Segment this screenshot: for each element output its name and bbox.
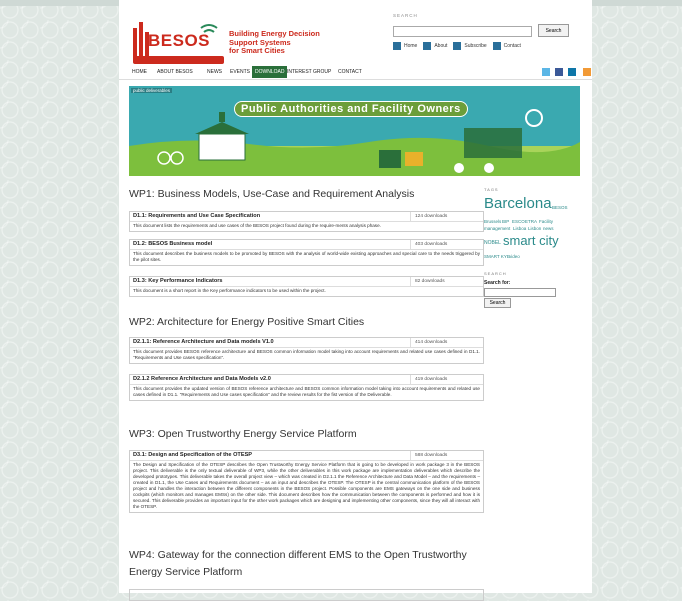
- download-count: 588 downloads: [410, 451, 447, 460]
- tag-link[interactable]: Lisboa: [513, 226, 526, 231]
- wp1-heading: WP1: Business Models, Use-Case and Requi…: [129, 188, 415, 200]
- about-link[interactable]: About: [423, 42, 447, 50]
- tag-link[interactable]: video: [509, 254, 520, 259]
- tag-link[interactable]: ETRA: [525, 219, 537, 224]
- tag-link[interactable]: BESOS: [552, 205, 568, 210]
- home-icon: [393, 42, 401, 50]
- nav-about[interactable]: ABOUT BESOS: [157, 69, 193, 75]
- subscribe-link-label: Subscribe: [464, 43, 487, 49]
- doc-description: This document describes the business mod…: [133, 251, 480, 262]
- tag-link[interactable]: Brussels: [484, 219, 501, 224]
- tags-heading: TAGS: [484, 187, 499, 192]
- tag-link[interactable]: SMART KYE: [484, 254, 510, 259]
- tag-link[interactable]: ESCO: [512, 219, 525, 224]
- download-count: 82 downloads: [410, 277, 445, 286]
- document-entry: D2.1.2 Reference Architecture and Data M…: [129, 374, 484, 401]
- main-nav: HOME ABOUT BESOS NEWS EVENTS DOWNLOAD IN…: [119, 66, 592, 80]
- subscribe-link[interactable]: Subscribe: [453, 42, 487, 50]
- banner-title: Public Authorities and Facility Owners: [234, 101, 468, 117]
- info-icon: [423, 42, 432, 50]
- document-entry: D2.1.1: Reference Architecture and Data …: [129, 337, 484, 364]
- tag-link[interactable]: Facility: [539, 219, 553, 224]
- wp4-heading-line: Energy Service Platform: [129, 566, 243, 578]
- home-link-label: Home: [404, 43, 418, 49]
- document-entry-partial: [129, 589, 484, 601]
- header-search-label: SEARCH: [393, 13, 418, 18]
- banner-illustration: [129, 86, 580, 176]
- top-links: Home About Subscribe Contact: [393, 42, 521, 50]
- doc-title[interactable]: D3.1: Design and Specification of the OT…: [133, 452, 252, 458]
- nav-events[interactable]: EVENTS: [230, 69, 250, 75]
- doc-description: The Design and Specification of the OTES…: [133, 462, 480, 509]
- wp4-heading: WP4: Gateway for the connection differen…: [129, 547, 467, 581]
- sidebar-search-input[interactable]: [484, 288, 556, 297]
- page-banner: public deliverables Public Authorities a…: [129, 86, 580, 176]
- doc-title[interactable]: D2.1.2 Reference Architecture and Data M…: [133, 376, 271, 382]
- sidebar-search-heading: SEARCH: [484, 271, 507, 276]
- rss-icon[interactable]: [583, 68, 591, 76]
- sidebar-search-button[interactable]: Search: [484, 298, 511, 308]
- document-entry: D1.2: BESOS Business model 403 downloads …: [129, 239, 484, 266]
- site-tagline: Building Energy Decision Support Systems…: [229, 29, 320, 56]
- nav-news[interactable]: NEWS: [207, 69, 222, 75]
- document-entry: D3.1: Design and Specification of the OT…: [129, 450, 484, 513]
- tag-link[interactable]: Barcelona: [484, 195, 552, 212]
- download-count: 419 downloads: [410, 375, 447, 384]
- tagline-line: for Smart Cities: [229, 46, 285, 55]
- search-for-label: Search for:: [484, 280, 511, 286]
- tag-link[interactable]: Lisbon: [528, 226, 541, 231]
- doc-description: This document is a short report in the K…: [133, 288, 326, 293]
- nav-interest-group[interactable]: INTEREST GROUP: [287, 69, 331, 75]
- download-count: 403 downloads: [410, 240, 447, 249]
- download-count: 414 downloads: [410, 338, 447, 347]
- header-search-input[interactable]: [393, 26, 532, 37]
- contact-icon: [492, 42, 501, 50]
- doc-description: This document provides the updated versi…: [133, 386, 480, 397]
- home-link[interactable]: Home: [393, 42, 417, 50]
- envelope-icon: [453, 42, 462, 50]
- tag-link[interactable]: management: [484, 226, 510, 231]
- facebook-icon[interactable]: [555, 68, 563, 76]
- about-link-label: About: [434, 43, 448, 49]
- nav-contact[interactable]: CONTACT: [338, 69, 362, 75]
- nav-home[interactable]: HOME: [132, 69, 147, 75]
- wp4-heading-line: WP4: Gateway for the connection differen…: [129, 549, 467, 561]
- tag-link[interactable]: BIP: [502, 219, 509, 224]
- logo-text: BESOS: [148, 31, 211, 50]
- doc-description: This document lists the requirements and…: [133, 223, 381, 228]
- linkedin-icon[interactable]: [568, 68, 576, 76]
- doc-title[interactable]: D1.2: BESOS Business model: [133, 241, 212, 247]
- tag-link[interactable]: news: [543, 226, 554, 231]
- download-count: 124 downloads: [410, 212, 447, 221]
- wp2-heading: WP2: Architecture for Energy Positive Sm…: [129, 316, 365, 328]
- doc-title[interactable]: D1.1: Requirements and Use Case Specific…: [133, 213, 260, 219]
- contact-link-label: Contact: [503, 43, 521, 49]
- breadcrumb[interactable]: public deliverables: [131, 88, 173, 93]
- tag-link[interactable]: smart city: [503, 233, 559, 248]
- doc-title[interactable]: D2.1.1: Reference Architecture and Data …: [133, 339, 274, 345]
- document-entry: D1.3: Key Performance Indicators 82 downl…: [129, 276, 484, 297]
- nav-download[interactable]: DOWNLOAD: [252, 66, 288, 78]
- header-search-button[interactable]: Search: [538, 24, 569, 37]
- tag-link[interactable]: NOBEL: [484, 240, 501, 246]
- doc-title[interactable]: D1.3: Key Performance Indicators: [133, 278, 223, 284]
- document-entry: D1.1: Requirements and Use Case Specific…: [129, 211, 484, 232]
- twitter-icon[interactable]: [542, 68, 550, 76]
- wp3-heading: WP3: Open Trustworthy Energy Service Pla…: [129, 428, 357, 440]
- contact-link[interactable]: Contact: [492, 42, 521, 50]
- doc-description: This document provides BESOS reference a…: [133, 349, 480, 360]
